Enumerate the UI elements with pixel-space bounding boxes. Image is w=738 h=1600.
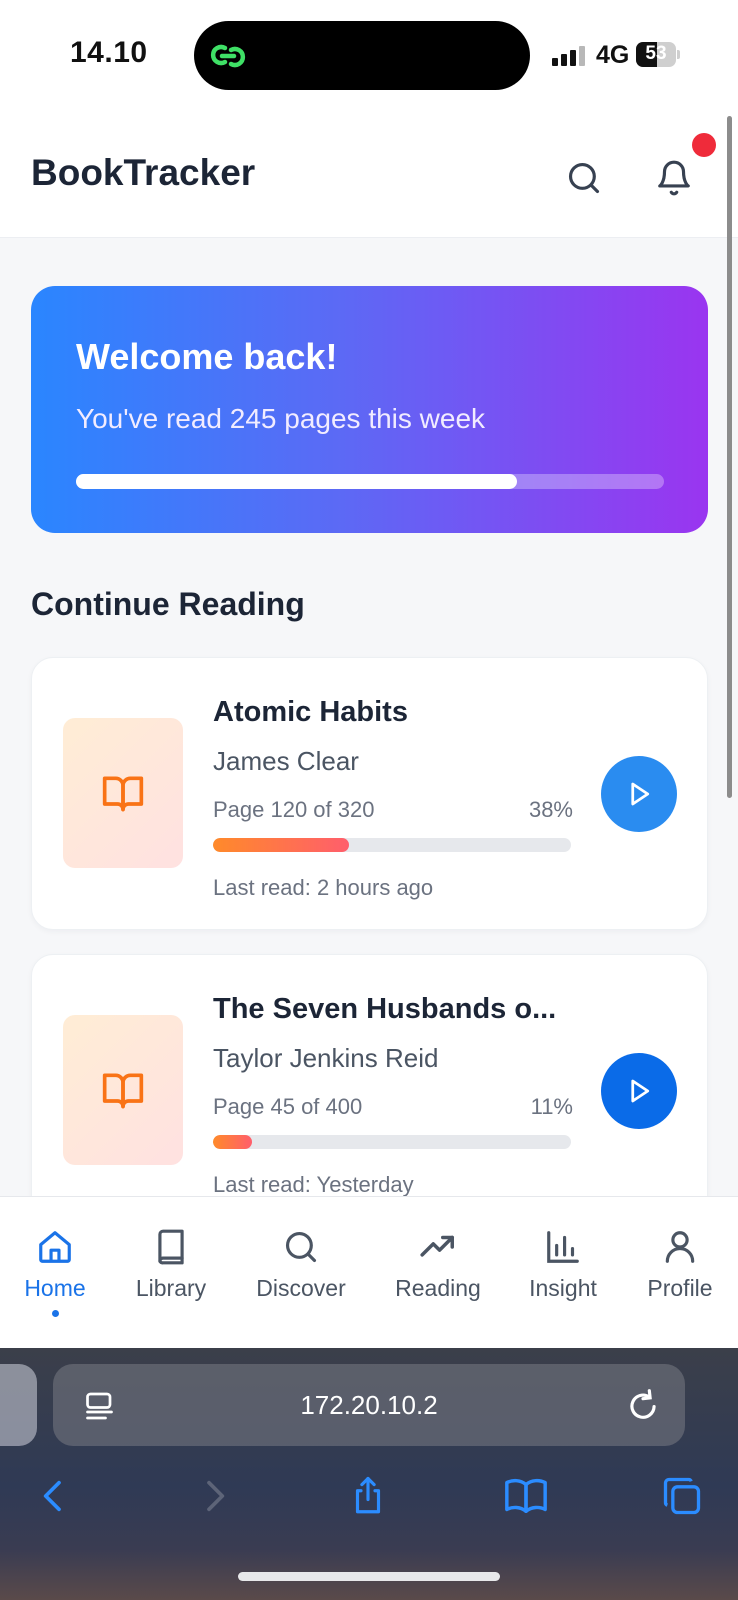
notifications-button[interactable]	[646, 150, 702, 206]
previous-tab[interactable]	[0, 1364, 37, 1446]
weekly-progress-fill	[76, 474, 517, 489]
continue-reading-button[interactable]	[601, 1053, 677, 1129]
book-page-count: Page 120 of 320	[213, 797, 375, 822]
bar-chart-icon	[547, 1231, 579, 1263]
nav-label: Home	[24, 1275, 86, 1301]
book-progress-fill	[213, 838, 350, 852]
url-text: 172.20.10.2	[300, 1390, 438, 1420]
nav-label: Library	[135, 1275, 207, 1301]
app-header: BookTracker	[0, 112, 738, 238]
battery-level: 53	[645, 43, 667, 64]
book-author: Taylor Jenkins Reid	[213, 1043, 439, 1073]
active-indicator	[51, 1310, 59, 1317]
section-title: Continue Reading	[31, 586, 305, 622]
search-button[interactable]	[556, 150, 612, 206]
book-card[interactable]: The Seven Husbands o... Taylor Jenkins R…	[31, 954, 708, 1227]
book-title: Atomic Habits	[213, 696, 408, 728]
chevron-left-icon	[43, 1480, 61, 1512]
app-title: BookTracker	[31, 152, 256, 193]
book-last-read: Last read: Yesterday	[213, 1172, 414, 1197]
link-app-icon	[210, 44, 246, 68]
trending-up-icon	[420, 1235, 454, 1257]
book-progress-bar	[213, 838, 571, 852]
bookmarks-icon	[505, 1478, 547, 1514]
nav-item-discover[interactable]: Discover	[248, 1197, 354, 1349]
network-type: 4G	[596, 41, 630, 69]
notification-badge	[692, 133, 716, 157]
book-cover	[63, 1015, 183, 1165]
scrollbar[interactable]	[727, 116, 732, 798]
play-icon	[631, 1079, 650, 1103]
home-icon	[39, 1231, 71, 1263]
bell-icon	[658, 160, 690, 196]
search-icon	[285, 1231, 317, 1263]
user-icon	[665, 1231, 695, 1263]
book-percent: 38%	[528, 797, 573, 822]
browser-toolbar: 172.20.10.2	[0, 1348, 738, 1600]
nav-label: Profile	[647, 1275, 713, 1301]
nav-item-home[interactable]: Home	[14, 1197, 96, 1349]
book-title: The Seven Husbands o...	[213, 993, 557, 1025]
battery-icon: 53	[636, 42, 680, 67]
weekly-progress-bar	[76, 474, 664, 489]
nav-item-reading[interactable]: Reading	[388, 1197, 488, 1349]
welcome-banner: Welcome back! You've read 245 pages this…	[31, 286, 708, 533]
book-icon	[158, 1229, 184, 1265]
share-icon	[355, 1476, 381, 1514]
dynamic-island	[194, 21, 530, 90]
nav-label: Insight	[529, 1275, 597, 1301]
book-cover	[63, 718, 183, 868]
address-bar[interactable]: 172.20.10.2	[53, 1364, 685, 1446]
book-page-count: Page 45 of 400	[213, 1094, 363, 1119]
book-author: James Clear	[213, 746, 359, 776]
reload-icon[interactable]	[624, 1386, 662, 1424]
book-percent: 11%	[530, 1094, 573, 1119]
book-progress-fill	[213, 1135, 253, 1149]
home-indicator[interactable]	[238, 1572, 500, 1581]
book-last-read: Last read: 2 hours ago	[213, 875, 434, 900]
back-button[interactable]	[28, 1470, 80, 1522]
search-icon	[568, 162, 600, 194]
bottom-nav: Home Library Discover Reading Insight Pr…	[0, 1196, 738, 1348]
forward-button[interactable]	[188, 1470, 240, 1522]
welcome-title: Welcome back!	[76, 336, 338, 377]
status-bar: 14.10 4G 53	[0, 0, 738, 112]
welcome-subtitle: You've read 245 pages this week	[76, 403, 486, 434]
bookmarks-button[interactable]	[500, 1470, 552, 1522]
nav-item-insight[interactable]: Insight	[522, 1197, 604, 1349]
signal-icon	[552, 44, 588, 66]
share-button[interactable]	[342, 1470, 394, 1522]
open-book-icon	[102, 776, 144, 812]
continue-reading-button[interactable]	[601, 756, 677, 832]
book-progress-bar	[213, 1135, 571, 1149]
nav-item-profile[interactable]: Profile	[640, 1197, 720, 1349]
status-time: 14.10	[70, 36, 148, 69]
tabs-button[interactable]	[656, 1470, 708, 1522]
open-book-icon	[102, 1073, 144, 1109]
book-card[interactable]: Atomic Habits James Clear Page 120 of 32…	[31, 657, 708, 930]
nav-label: Discover	[256, 1275, 346, 1301]
chevron-right-icon	[207, 1480, 225, 1512]
nav-label: Reading	[395, 1275, 481, 1301]
nav-item-library[interactable]: Library	[126, 1197, 216, 1349]
tabs-icon	[663, 1477, 701, 1515]
play-icon	[631, 782, 650, 806]
